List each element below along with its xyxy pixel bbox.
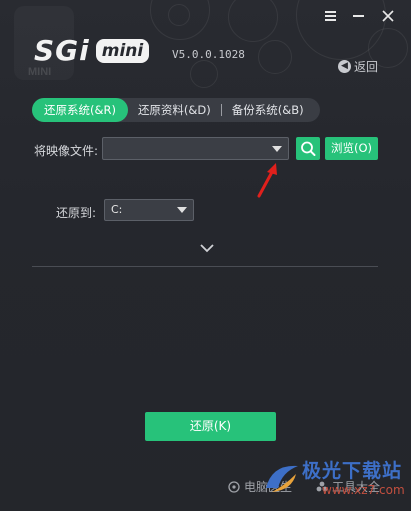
back-button[interactable]: ◀ 返回	[338, 58, 378, 75]
restore-to-label: 还原到:	[56, 206, 97, 220]
app-logo: SGi mini	[34, 34, 150, 67]
divider	[32, 266, 378, 267]
decor-circle	[190, 60, 218, 88]
chevron-down-icon[interactable]	[272, 145, 282, 152]
restore-button[interactable]: 还原(K)	[145, 412, 276, 441]
chevron-down-icon[interactable]	[177, 207, 187, 213]
browse-button[interactable]: 浏览(O)	[325, 137, 378, 160]
minimize-icon[interactable]	[348, 6, 368, 26]
logo-ghost-text: MINI	[28, 66, 52, 78]
app-window: MINI SGi mini V5.0.0.1028 ◀ 返回 还原系统(&R) …	[0, 0, 411, 511]
image-file-label: 将映像文件:	[34, 144, 99, 158]
restore-to-select[interactable]: C:	[104, 199, 194, 221]
watermark-text: 极光下载站	[302, 460, 403, 482]
back-arrow-icon: ◀	[338, 60, 351, 73]
search-icon	[301, 141, 316, 156]
search-button[interactable]	[296, 137, 320, 160]
image-file-combobox[interactable]	[102, 137, 289, 160]
watermark-logo-icon	[266, 465, 298, 492]
expand-chevron-icon[interactable]	[199, 242, 215, 254]
back-label: 返回	[354, 60, 379, 74]
watermark: 极光下载站 www.xz7.com	[262, 454, 410, 510]
tab-restore-data[interactable]: 还原资料(&D)	[128, 98, 221, 122]
logo-badge: mini	[95, 38, 150, 63]
restore-to-value: C:	[111, 203, 123, 216]
watermark-url: www.xz7.com	[322, 483, 405, 497]
annotation-arrow-icon	[257, 163, 277, 198]
logo-main-text: SGi	[34, 34, 90, 67]
menu-icon[interactable]	[320, 6, 340, 26]
doctor-icon	[228, 480, 240, 493]
close-icon[interactable]	[378, 6, 398, 26]
tab-backup-system[interactable]: 备份系统(&B)	[222, 98, 314, 122]
tab-restore-system[interactable]: 还原系统(&R)	[32, 98, 128, 122]
decor-circle	[258, 40, 292, 74]
version-label: V5.0.0.1028	[172, 48, 245, 61]
decor-circle	[168, 4, 190, 26]
mode-tabs: 还原系统(&R) 还原资料(&D) 备份系统(&B)	[32, 98, 320, 122]
decor-circle	[228, 0, 278, 42]
